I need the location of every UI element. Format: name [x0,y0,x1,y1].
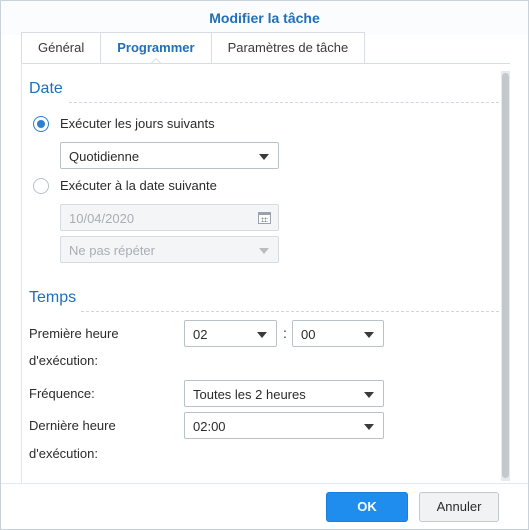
date-input-value: 10/04/2020 [69,211,135,226]
scrollbar-thumb[interactable] [502,73,509,478]
daily-frequency-value: Quotidienne [69,149,140,164]
last-run-label-line2: d'exécution: [29,446,98,461]
tab-schedule[interactable]: Programmer [101,33,212,64]
first-run-label-line2: d'exécution: [29,353,98,368]
chevron-down-icon [259,154,269,160]
first-run-minute-select[interactable]: 00 [292,320,384,347]
chevron-down-icon [364,392,374,398]
repeat-select[interactable]: Ne pas répéter [60,236,279,263]
repeat-value: Ne pas répéter [69,243,155,258]
time-section-divider [81,311,499,312]
last-run-label-line1: Dernière heure [29,418,116,433]
tab-task-settings-label: Paramètres de tâche [227,40,349,55]
chevron-down-icon [259,248,269,254]
run-on-date-label: Exécuter à la date suivante [60,178,217,193]
run-daily-radio[interactable] [33,116,49,132]
chevron-down-icon [257,332,267,338]
frequency-value: Toutes les 2 heures [193,387,306,402]
first-run-label-line1: Première heure [29,326,119,341]
daily-frequency-select[interactable]: Quotidienne [60,142,279,169]
date-section-title: Date [29,80,63,97]
time-section-title: Temps [29,289,77,306]
ok-button[interactable]: OK [326,492,408,522]
last-run-value: 02:00 [193,419,226,434]
edit-task-dialog: Modifier la tâche Général Programmer Par… [0,0,529,530]
frequency-select[interactable]: Toutes les 2 heures [184,380,384,407]
tab-task-settings[interactable]: Paramètres de tâche [212,33,365,63]
run-daily-label: Exécuter les jours suivants [60,116,215,131]
footer-divider [1,483,528,484]
cancel-button[interactable]: Annuler [419,492,499,522]
tab-general-label: Général [38,40,85,55]
tab-bar: Général Programmer Paramètres de tâche [21,32,366,64]
calendar-icon[interactable] [258,212,271,224]
frequency-label: Fréquence: [29,386,95,401]
date-input[interactable]: 10/04/2020 [60,204,279,231]
last-run-select[interactable]: 02:00 [184,412,384,439]
first-run-hour-value: 02 [193,327,208,342]
date-section-divider [69,102,499,103]
tab-schedule-label: Programmer [117,40,195,55]
run-on-date-radio[interactable] [33,178,49,194]
chevron-down-icon [364,424,374,430]
time-separator: : [283,325,287,341]
first-run-minute-value: 00 [301,327,316,342]
first-run-hour-select[interactable]: 02 [184,320,277,347]
tab-general[interactable]: Général [22,33,102,63]
dialog-title: Modifier la tâche [1,1,528,35]
chevron-down-icon [364,332,374,338]
